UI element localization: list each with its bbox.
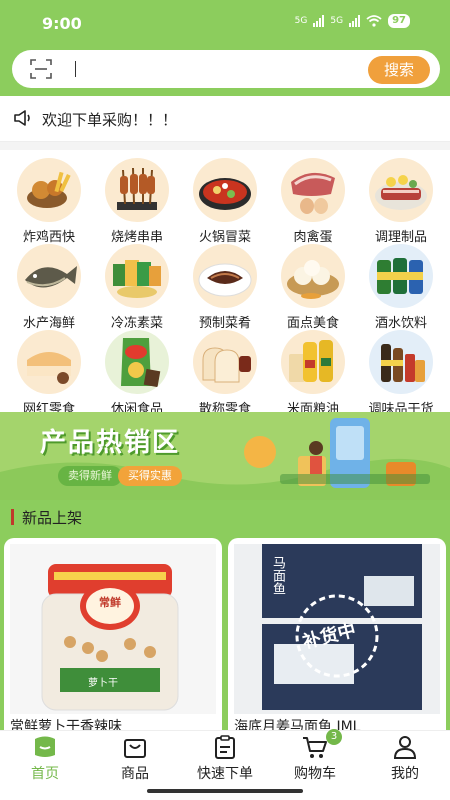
hot-sale-banner[interactable]: 产品热销区 卖得新鲜 买得实惠 xyxy=(0,412,450,500)
announcement-bar[interactable]: 欢迎下单采购！！！ xyxy=(0,96,450,142)
bag-icon xyxy=(122,735,148,759)
search-bar[interactable]: 搜索 xyxy=(12,50,440,88)
category-item[interactable]: 面点美食 xyxy=(268,244,358,331)
fried-chicken-icon xyxy=(17,158,81,222)
bbq-skewers-icon xyxy=(105,158,169,222)
banner-tag-value: 买得实惠 xyxy=(118,466,182,486)
scan-icon[interactable] xyxy=(30,59,52,79)
category-item[interactable]: 米面粮油 xyxy=(268,330,358,417)
tab-label: 快速下单 xyxy=(197,766,253,782)
category-label: 面点美食 xyxy=(286,316,339,331)
user-icon xyxy=(392,735,418,759)
category-item[interactable]: 网红零食 xyxy=(4,330,94,417)
oil-rice-icon xyxy=(281,330,345,394)
tab-cart[interactable]: 3 购物车 xyxy=(270,729,360,787)
category-label: 肉禽蛋 xyxy=(293,230,333,245)
package-text: 马面鱼 xyxy=(270,556,285,595)
category-label: 烧烤串串 xyxy=(110,230,163,245)
divider xyxy=(0,142,450,150)
home-icon xyxy=(32,735,58,759)
tab-label: 商品 xyxy=(121,766,149,782)
buns-icon xyxy=(281,244,345,308)
product-list: 常鲜 萝卜干 常鲜萝卜干香辣味 马面鱼 补货中 海底月姜马面鱼 JML xyxy=(0,534,450,738)
section-title: 新品上架 xyxy=(22,509,83,527)
category-item[interactable]: 火锅冒菜 xyxy=(180,158,270,245)
category-label: 水产海鲜 xyxy=(22,316,75,331)
section-marker xyxy=(11,509,14,525)
hotpot-icon xyxy=(193,158,257,222)
tab-label: 首页 xyxy=(31,766,59,782)
category-item[interactable]: 肉禽蛋 xyxy=(268,158,358,245)
product-image: 常鲜 萝卜干 xyxy=(10,544,216,714)
status-icons: 5G 5G 97 xyxy=(295,14,410,28)
announcement-text: 欢迎下单采购！！！ xyxy=(42,111,178,129)
frozen-veg-icon xyxy=(105,244,169,308)
category-label: 冷冻素菜 xyxy=(110,316,163,331)
wifi-icon xyxy=(366,15,382,27)
category-label: 酒水饮料 xyxy=(374,316,427,331)
home-indicator xyxy=(147,789,303,793)
search-button[interactable]: 搜索 xyxy=(368,56,430,84)
category-item[interactable]: 烧烤串串 xyxy=(92,158,182,245)
product-card[interactable]: 常鲜 萝卜干 常鲜萝卜干香辣味 xyxy=(4,538,222,738)
bread-icon xyxy=(193,330,257,394)
jar-brand-text: 常鲜 xyxy=(99,596,121,609)
product-image: 马面鱼 补货中 xyxy=(234,544,440,714)
category-item[interactable]: 炸鸡西快 xyxy=(4,158,94,245)
category-item[interactable]: 水产海鲜 xyxy=(4,244,94,331)
network-5g-label-2: 5G xyxy=(330,16,344,26)
tab-quick-order[interactable]: 快速下单 xyxy=(180,731,270,787)
category-label: 预制菜肴 xyxy=(198,316,251,331)
tab-home[interactable]: 首页 xyxy=(0,731,90,787)
snacks-icon xyxy=(17,330,81,394)
tab-label: 我的 xyxy=(391,766,419,782)
new-arrivals-header: 新品上架 xyxy=(0,500,450,534)
clipboard-icon xyxy=(212,735,238,759)
drinks-icon xyxy=(369,244,433,308)
tab-products[interactable]: 商品 xyxy=(90,731,180,787)
signal-icon-2 xyxy=(349,15,361,27)
category-item[interactable]: 酒水饮料 xyxy=(356,244,446,331)
chips-icon xyxy=(105,330,169,394)
banner-tag-fresh: 卖得新鲜 xyxy=(58,466,122,486)
banner-title: 产品热销区 xyxy=(40,428,181,458)
cart-count-badge: 3 xyxy=(326,729,342,745)
battery-indicator: 97 xyxy=(388,14,410,28)
fish-icon xyxy=(17,244,81,308)
search-input[interactable] xyxy=(82,55,362,83)
cart-icon: 3 xyxy=(302,729,342,759)
category-label: 炸鸡西快 xyxy=(22,230,75,245)
prepared-meat-icon xyxy=(369,158,433,222)
text-caret xyxy=(75,61,76,77)
condiments-icon xyxy=(369,330,433,394)
category-label: 火锅冒菜 xyxy=(198,230,251,245)
signal-icon xyxy=(313,15,325,27)
status-bar: 9:00 5G 5G 97 xyxy=(0,0,450,48)
status-time: 9:00 xyxy=(42,14,82,33)
category-grid: 炸鸡西快 烧烤串串 火锅冒菜 肉禽蛋 调理制品 水产海鲜 冷冻素菜 预制菜肴 面… xyxy=(0,150,450,417)
tab-label: 购物车 xyxy=(294,766,336,782)
category-item[interactable]: 休闲食品 xyxy=(92,330,182,417)
product-card[interactable]: 马面鱼 补货中 海底月姜马面鱼 JML xyxy=(228,538,446,738)
dish-icon xyxy=(193,244,257,308)
header: 9:00 5G 5G 97 搜索 xyxy=(0,0,450,96)
category-item[interactable]: 调味品干货 xyxy=(356,330,446,417)
jar-product-text: 萝卜干 xyxy=(88,678,118,689)
category-item[interactable]: 调理制品 xyxy=(356,158,446,245)
category-item[interactable]: 散称零食 xyxy=(180,330,270,417)
tab-profile[interactable]: 我的 xyxy=(360,731,450,787)
speaker-icon xyxy=(14,110,30,126)
network-5g-label: 5G xyxy=(294,16,308,26)
category-item[interactable]: 预制菜肴 xyxy=(180,244,270,331)
category-item[interactable]: 冷冻素菜 xyxy=(92,244,182,331)
meat-eggs-icon xyxy=(281,158,345,222)
category-label: 调理制品 xyxy=(374,230,427,245)
